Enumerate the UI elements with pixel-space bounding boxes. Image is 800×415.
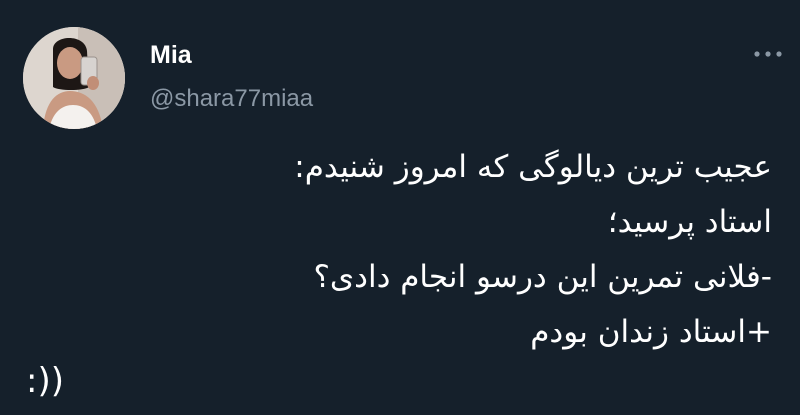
tweet-text: عجیب ترین دیالوگی که امروز شنیدم: استاد … [32,140,772,360]
tweet-card: Mia @shara77miaa عجیب ترین دیالوگی که ام… [0,0,800,415]
more-options-icon [754,51,782,57]
tweet-line: +استاد زندان بودم [530,314,772,350]
profile-photo-icon [23,27,125,129]
tweet-emoticon: :)) [26,361,64,401]
more-options-button[interactable] [748,40,788,68]
avatar[interactable] [23,27,125,129]
tweet-line: عجیب ترین دیالوگی که امروز شنیدم: [294,149,772,185]
user-handle[interactable]: @shara77miaa [150,84,313,114]
tweet-line: -فلانی تمرین این درسو انجام دادی؟ [313,259,772,295]
display-name[interactable]: Mia [150,40,192,70]
tweet-line: استاد پرسید؛ [607,204,772,240]
